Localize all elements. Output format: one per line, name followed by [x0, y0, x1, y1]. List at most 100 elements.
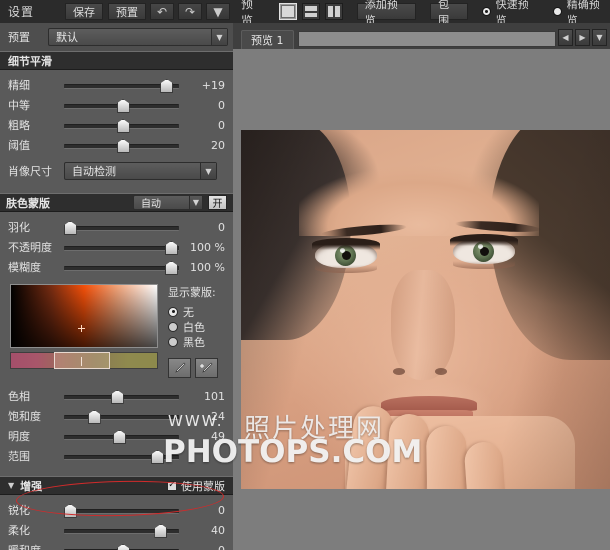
- slider-knob[interactable]: [116, 139, 130, 153]
- slider-track-sharpen[interactable]: [63, 502, 179, 518]
- chevron-down-icon[interactable]: ▼: [189, 196, 202, 209]
- chevron-down-icon[interactable]: ▼: [206, 3, 230, 20]
- arrow-left-icon[interactable]: ◀: [558, 29, 573, 46]
- chevron-down-icon[interactable]: ▼: [211, 29, 227, 45]
- preset-row: 预置 默认 ▼: [0, 23, 233, 52]
- hue-range-strip[interactable]: [10, 352, 158, 369]
- slider-track-soften[interactable]: [64, 522, 179, 538]
- slider-knob[interactable]: [164, 241, 178, 255]
- slider-track-threshold[interactable]: [64, 137, 179, 153]
- slider-knob[interactable]: [164, 261, 178, 275]
- color-picker-left: [10, 284, 158, 378]
- save-button[interactable]: 保存: [65, 3, 103, 20]
- eyedropper-add-icon[interactable]: [195, 358, 218, 378]
- slider-track-lightness[interactable]: [64, 428, 179, 444]
- slider-track-saturation[interactable]: [64, 408, 179, 424]
- slider-knob[interactable]: [154, 524, 168, 538]
- slider-label: 范围: [8, 450, 30, 463]
- preset-dropdown[interactable]: 默认 ▼: [48, 28, 228, 46]
- slider-track-range[interactable]: [64, 448, 179, 464]
- slider-label: 阈值: [8, 139, 30, 152]
- mask-option-black[interactable]: 黑色: [168, 334, 225, 349]
- mask-option-none[interactable]: 无: [168, 304, 225, 319]
- slider-knob[interactable]: [63, 221, 77, 235]
- view-single-icon[interactable]: [279, 3, 298, 20]
- slider-row-lightness[interactable]: 明度 49: [0, 426, 233, 446]
- slider-row-saturation[interactable]: 饱和度 24: [0, 406, 233, 426]
- slider-knob[interactable]: [63, 504, 77, 518]
- show-mask-group: 显示蒙版: 无 白色 黑色: [158, 284, 225, 378]
- slider-row-feather[interactable]: 羽化 0: [0, 217, 233, 237]
- slider-label: 暖和度: [8, 542, 64, 550]
- chevron-down-icon[interactable]: ▼: [200, 163, 216, 179]
- portrait-size-row[interactable]: 肖像尺寸 自动检测 ▼: [0, 159, 233, 183]
- slider-track-coarse[interactable]: [64, 117, 179, 133]
- tab-preview-1[interactable]: 预览 1: [241, 30, 294, 49]
- radio-dot-none: [168, 306, 178, 317]
- color-gradient-field[interactable]: [10, 284, 158, 348]
- section-header-detail[interactable]: 细节平滑: [0, 51, 233, 70]
- slider-label: 锐化: [8, 504, 30, 517]
- chevron-down-icon[interactable]: ▼: [592, 29, 607, 46]
- view-split-vertical-icon[interactable]: [325, 3, 343, 20]
- slider-row-blur[interactable]: 模糊度 100 %: [0, 257, 233, 277]
- slider-track-fine[interactable]: [64, 77, 179, 93]
- eyedropper-icon[interactable]: [168, 358, 191, 378]
- slider-row-opacity[interactable]: 不透明度 100 %: [0, 237, 233, 257]
- slider-track-blur[interactable]: [64, 259, 179, 275]
- preset-row-label: 预置: [8, 31, 30, 44]
- settings-title: 设置: [8, 5, 35, 19]
- show-mask-label: 显示蒙版:: [168, 286, 216, 299]
- redo-icon[interactable]: ↷: [178, 3, 202, 20]
- slider-track-medium[interactable]: [64, 97, 179, 113]
- undo-icon[interactable]: ↶: [150, 3, 174, 20]
- slider-label: 色相: [8, 390, 30, 403]
- slider-knob[interactable]: [116, 99, 130, 113]
- skin-mask-mode-dropdown[interactable]: 自动 ▼: [133, 195, 203, 210]
- arrow-right-icon[interactable]: ▶: [575, 29, 590, 46]
- slider-track-opacity[interactable]: [64, 239, 179, 255]
- section-header-enhance[interactable]: ▼ 增强 ✓ 使用蒙版: [0, 476, 233, 495]
- slider-row-range[interactable]: 范围: [0, 446, 233, 466]
- slider-row-warmth[interactable]: 暖和度 0: [0, 540, 233, 550]
- slider-knob[interactable]: [116, 544, 130, 550]
- preview-canvas[interactable]: [233, 49, 610, 550]
- slider-row-fine[interactable]: 精细 +19: [0, 75, 233, 95]
- slider-label: 精细: [8, 79, 30, 92]
- view-split-horizontal-icon[interactable]: [302, 3, 321, 20]
- use-mask-label: 使用蒙版: [181, 479, 225, 493]
- slider-row-medium[interactable]: 中等 0: [0, 95, 233, 115]
- slider-track-warmth[interactable]: [64, 542, 179, 550]
- slider-knob[interactable]: [160, 79, 174, 93]
- bracket-button[interactable]: 包围: [430, 0, 468, 27]
- slider-knob[interactable]: [87, 410, 101, 424]
- slider-knob[interactable]: [110, 390, 124, 404]
- slider-row-sharpen[interactable]: 锐化 0: [0, 500, 233, 520]
- slider-knob[interactable]: [113, 430, 127, 444]
- slider-row-hue[interactable]: 色相 101: [0, 386, 233, 406]
- slider-row-coarse[interactable]: 粗略 0: [0, 115, 233, 135]
- portrait-size-dropdown[interactable]: 自动检测 ▼: [64, 162, 217, 180]
- use-mask-checkbox[interactable]: ✓: [167, 480, 177, 491]
- slider-track-hue[interactable]: [64, 388, 179, 404]
- slider-value: 100 %: [190, 260, 225, 274]
- slider-knob[interactable]: [116, 119, 130, 133]
- add-preview-button[interactable]: 添加预览: [356, 0, 417, 27]
- slider-row-threshold[interactable]: 阈值 20: [0, 135, 233, 155]
- preset-button[interactable]: 预置: [108, 3, 146, 20]
- section-header-skin-mask[interactable]: 肤色蒙版 自动 ▼ 开: [0, 193, 233, 212]
- skin-mask-on-button[interactable]: 开: [208, 195, 227, 210]
- slider-knob[interactable]: [151, 450, 164, 464]
- skin-mask-mode-value: 自动: [141, 199, 161, 210]
- slider-label: 柔化: [8, 524, 30, 537]
- portrait-photo[interactable]: [241, 130, 610, 489]
- mask-option-white[interactable]: 白色: [168, 319, 225, 334]
- hue-range-selection[interactable]: [54, 352, 110, 369]
- radio-dot-quick: [481, 7, 491, 16]
- color-crosshair-icon[interactable]: [78, 325, 86, 333]
- slider-row-soften[interactable]: 柔化 40: [0, 520, 233, 540]
- slider-track-feather[interactable]: [63, 219, 179, 235]
- triangle-down-icon[interactable]: ▼: [8, 481, 14, 490]
- slider-label: 模糊度: [8, 261, 41, 274]
- track: [64, 509, 179, 514]
